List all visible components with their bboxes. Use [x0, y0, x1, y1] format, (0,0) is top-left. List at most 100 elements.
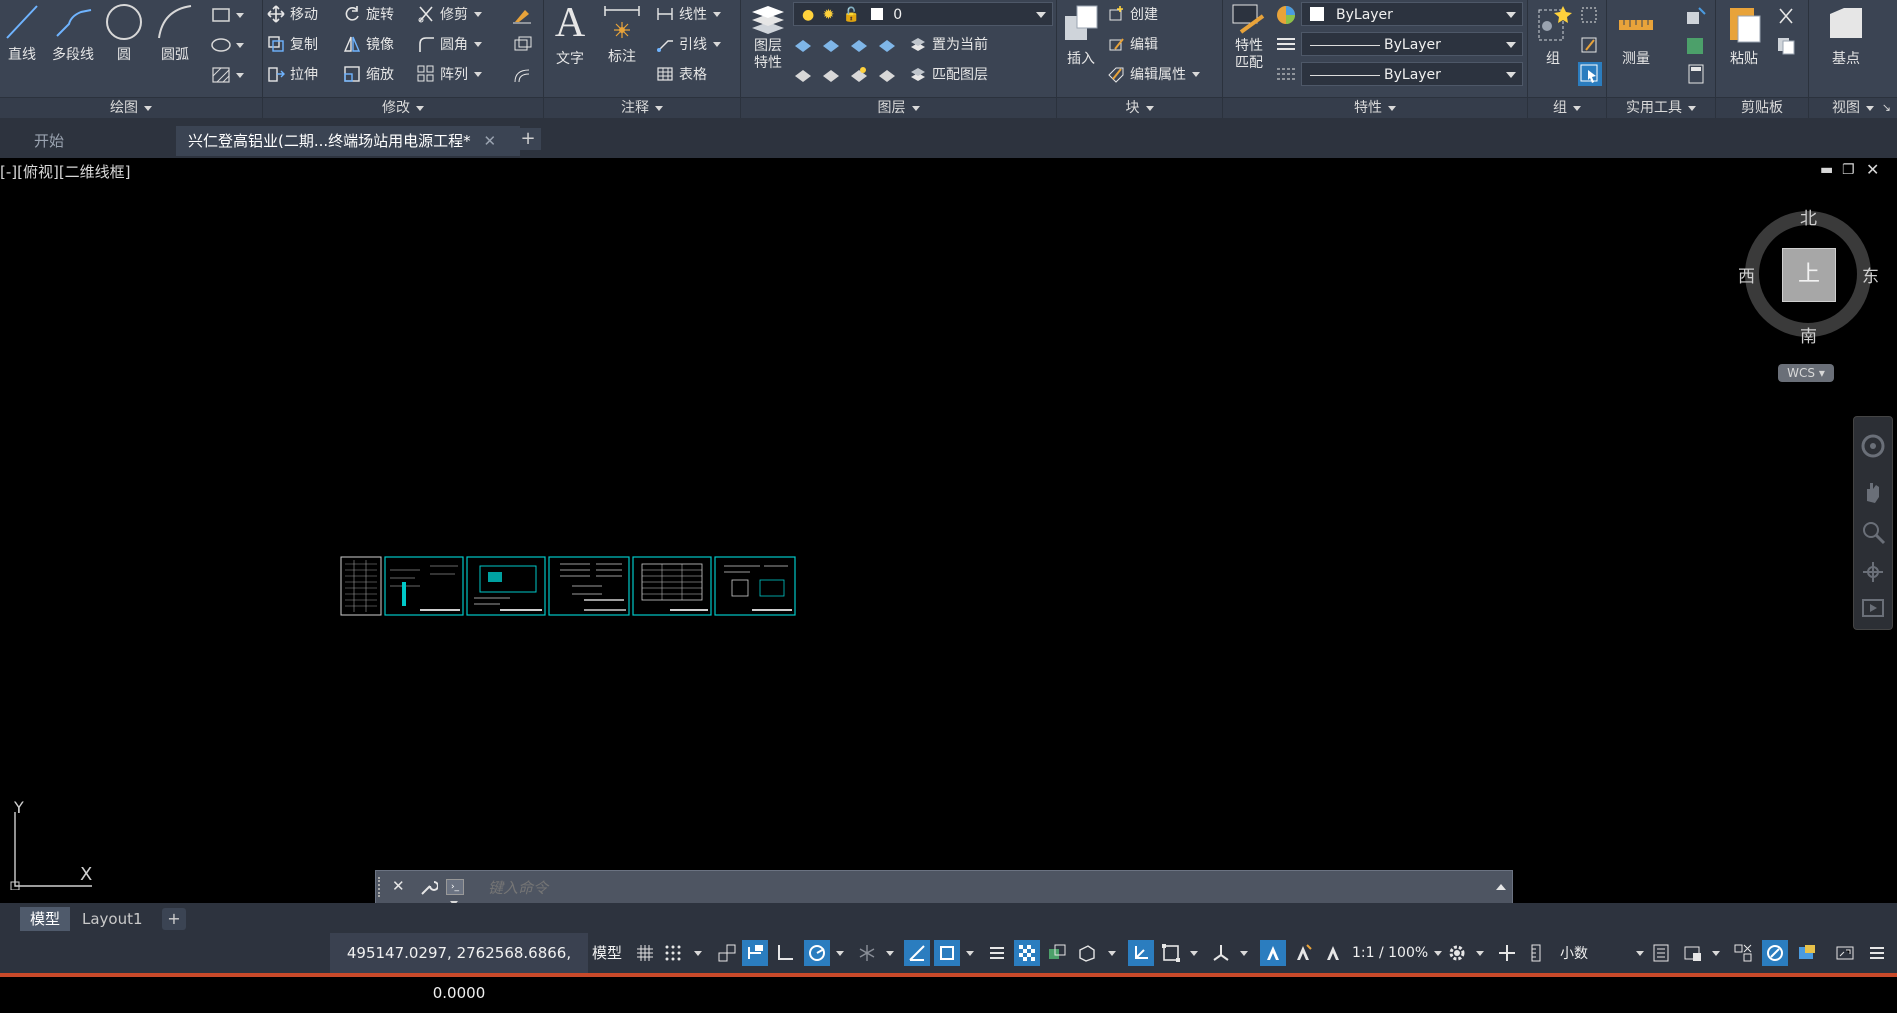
model-viewport[interactable]: [-][俯视][二维线框] ▬ ❐ ✕ 北 南 西 东 上 WCS ▾ Y X [0, 158, 1897, 939]
lock-ui-toggle[interactable] [1680, 940, 1706, 966]
layer-tool-icons-row1[interactable] [793, 34, 903, 56]
copy-clip-icon[interactable] [1776, 36, 1798, 56]
clean-screen-sync-button[interactable] [1794, 940, 1820, 966]
compass-north[interactable]: 北 [1800, 204, 1817, 229]
copy-button[interactable]: 复制 [267, 34, 318, 54]
sheet-6[interactable] [714, 556, 796, 616]
dynamic-input-toggle[interactable] [742, 940, 768, 966]
annotation-scale-dropdown[interactable]: 1:1 / 100% [1352, 933, 1443, 973]
mirror-button[interactable]: 镜像 [343, 34, 394, 54]
edit-attributes-button[interactable]: 编辑属性 [1107, 64, 1200, 84]
group-edit-icon[interactable] [1580, 36, 1600, 54]
sheet-1[interactable] [340, 556, 382, 616]
command-history-toggle[interactable] [1496, 884, 1506, 890]
circle-tool[interactable]: 圆 [102, 2, 146, 64]
sheet-3[interactable] [466, 556, 546, 616]
sheet-5[interactable] [632, 556, 712, 616]
lock-ui-menu-chevron[interactable] [1708, 940, 1724, 966]
hatch-icon[interactable] [210, 66, 246, 84]
gizmo-menu-chevron[interactable] [1236, 940, 1252, 966]
match-properties-tool[interactable]: 特性 匹配 [1225, 2, 1273, 72]
lineweight-toggle[interactable] [984, 940, 1010, 966]
edit-block-button[interactable]: 编辑 [1107, 34, 1158, 54]
close-viewport-icon[interactable]: ✕ [1866, 160, 1879, 179]
selection-filter-toggle[interactable] [1158, 940, 1184, 966]
orbit-icon[interactable] [1860, 559, 1886, 585]
customize-wrench-icon[interactable] [418, 878, 438, 898]
clipboard-panel-title[interactable]: 剪贴板 [1716, 97, 1808, 118]
panel-launcher-icon[interactable]: ↘ [1882, 98, 1891, 118]
group-selection-toggle[interactable] [1578, 62, 1602, 86]
viewcube-top-face[interactable]: 上 [1782, 248, 1836, 302]
linetype-dropdown[interactable]: ByLayer [1301, 32, 1523, 56]
isodraft-menu-chevron[interactable] [882, 940, 898, 966]
transparency-toggle[interactable] [1014, 940, 1040, 966]
infer-constraints-toggle[interactable] [714, 940, 740, 966]
wcs-menu[interactable]: WCS ▾ [1778, 364, 1834, 382]
model-space-button[interactable]: 模型 [592, 933, 622, 973]
grid-toggle[interactable] [634, 940, 656, 966]
tab-layout1[interactable]: Layout1 [72, 907, 153, 931]
linetype-icon[interactable] [1275, 36, 1297, 52]
set-current-button[interactable]: 置为当前 [909, 34, 988, 54]
quick-select-icon[interactable] [1685, 6, 1707, 26]
polar-tracking-toggle[interactable] [804, 940, 830, 966]
isodraft-toggle[interactable] [854, 940, 880, 966]
close-tab-icon[interactable]: ✕ [483, 132, 496, 150]
command-grip[interactable] [378, 877, 388, 897]
workspace-switch[interactable] [1444, 940, 1470, 966]
drawing-sheets[interactable] [340, 556, 798, 618]
3d-osnap-toggle[interactable] [1074, 940, 1100, 966]
polyline-tool[interactable]: 多段线 [48, 2, 98, 64]
layer-dropdown[interactable]: ● ✹ 🔓 0 [793, 2, 1053, 26]
object-snap-toggle[interactable] [934, 940, 960, 966]
text-tool[interactable]: A 文字 [548, 0, 592, 68]
block-panel-title[interactable]: 块 [1057, 97, 1222, 118]
groups-panel-title[interactable]: 组 [1528, 97, 1606, 118]
lineweight-dropdown[interactable]: ByLayer [1301, 62, 1523, 86]
workspace-menu-chevron[interactable] [1472, 940, 1488, 966]
annotation-visibility-toggle[interactable] [1260, 940, 1286, 966]
sheet-2[interactable] [384, 556, 464, 616]
dynamic-ucs-toggle[interactable] [1128, 940, 1154, 966]
zoom-extents-icon[interactable] [1860, 519, 1886, 545]
table-button[interactable]: 表格 [656, 64, 707, 84]
erase-icon[interactable] [511, 6, 533, 24]
insert-block-tool[interactable]: 插入 [1059, 2, 1103, 68]
restore-viewport-icon[interactable]: ❐ [1842, 162, 1855, 178]
pan-hand-icon[interactable] [1860, 479, 1886, 505]
selection-cycling-toggle[interactable] [1044, 940, 1070, 966]
color-dropdown[interactable]: ByLayer [1301, 2, 1523, 26]
quick-properties-toggle[interactable] [1648, 940, 1674, 966]
ortho-toggle[interactable] [772, 940, 798, 966]
trim-button[interactable]: 修剪 [417, 4, 482, 24]
dimension-tool[interactable]: 标注 [600, 2, 644, 66]
array-button[interactable]: 阵列 [417, 64, 482, 84]
scale-button[interactable]: 缩放 [343, 64, 394, 84]
measure-tool[interactable]: 测量 [1613, 2, 1659, 68]
snap-menu-chevron[interactable] [690, 940, 706, 966]
arc-tool[interactable]: 圆弧 [152, 2, 198, 64]
select-all-icon[interactable] [1685, 36, 1707, 56]
rectangle-icon[interactable] [210, 6, 246, 24]
lineweight-icon[interactable] [1275, 66, 1297, 82]
modify-panel-title[interactable]: 修改 [263, 97, 543, 118]
rotate-button[interactable]: 旋转 [343, 4, 394, 24]
snap-toggle[interactable] [662, 940, 684, 966]
gizmo-toggle[interactable] [1208, 940, 1234, 966]
cut-icon[interactable] [1776, 6, 1798, 26]
viewport-controls-label[interactable]: [-][俯视][二维线框] [0, 161, 131, 182]
isolate-objects-toggle[interactable] [1730, 940, 1756, 966]
customize-status-bar-menu[interactable] [1864, 940, 1890, 966]
units-dropdown[interactable]: 小数 [1530, 933, 1644, 973]
polar-menu-chevron[interactable] [832, 940, 848, 966]
clean-screen-toggle[interactable] [1832, 940, 1858, 966]
utilities-panel-title[interactable]: 实用工具 [1607, 97, 1715, 118]
hardware-acceleration-toggle[interactable] [1762, 940, 1788, 966]
explode-icon[interactable] [511, 36, 533, 54]
osnap-menu-chevron[interactable] [962, 940, 978, 966]
minimize-viewport-icon[interactable]: ▬ [1820, 162, 1833, 178]
color-wheel-icon[interactable] [1275, 4, 1297, 26]
recent-commands-button[interactable]: ›_ [446, 877, 480, 906]
ungroup-icon[interactable] [1580, 6, 1600, 24]
